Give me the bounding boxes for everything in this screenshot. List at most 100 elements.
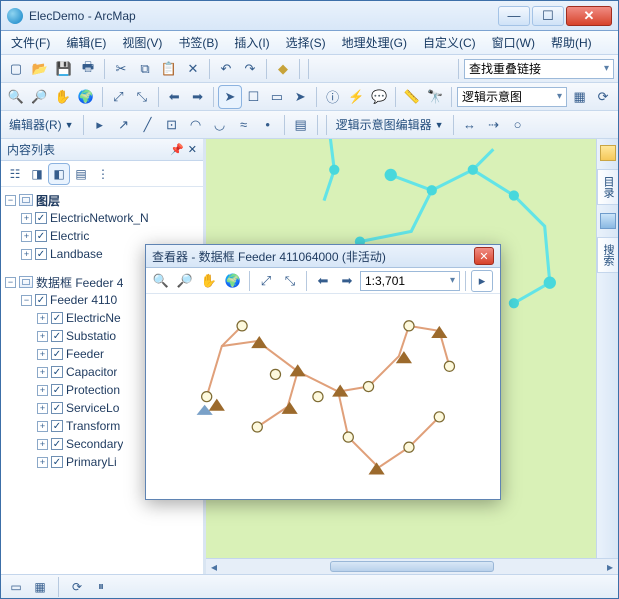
viewer-zoom-in-icon[interactable]: 🔍 (150, 270, 172, 292)
find-overlap-combo[interactable]: 查找重叠链接 (464, 59, 614, 79)
menu-edit[interactable]: 编辑(E) (62, 32, 110, 53)
viewer-full-extent-icon[interactable]: 🌍 (222, 270, 244, 292)
viewer-close-button[interactable]: ✕ (474, 247, 494, 265)
collapse-icon[interactable]: − (21, 295, 32, 306)
layer-checkbox[interactable] (35, 294, 47, 306)
edit-straight-icon[interactable]: ╱ (137, 114, 159, 136)
expand-icon[interactable]: + (37, 367, 48, 378)
layer-checkbox[interactable] (35, 248, 47, 260)
hyperlink-icon[interactable]: ⚡ (345, 86, 366, 108)
undo-icon[interactable]: ↶ (215, 58, 237, 80)
expand-icon[interactable]: + (37, 313, 48, 324)
viewer-prev-icon[interactable]: ⬅ (312, 270, 334, 292)
list-by-visible-icon[interactable]: ◧ (49, 164, 69, 184)
group-feeder[interactable]: 数据框 Feeder 4 (36, 274, 123, 291)
expand-icon[interactable]: + (37, 403, 48, 414)
viewer-pan-icon[interactable]: ✋ (198, 270, 220, 292)
expand-icon[interactable]: + (37, 331, 48, 342)
save-icon[interactable]: 💾 (53, 58, 75, 80)
feeder-group[interactable]: Feeder 4110 (50, 293, 117, 307)
expand-icon[interactable]: + (37, 385, 48, 396)
list-by-source-icon[interactable]: ◨ (27, 164, 47, 184)
viewer-window[interactable]: 查看器 - 数据框 Feeder 411064000 (非活动) ✕ 🔍 🔎 ✋… (145, 244, 501, 500)
layer-item[interactable]: Transform (66, 419, 120, 433)
viewer-zoom-out-icon[interactable]: 🔎 (174, 270, 196, 292)
viewer-next-icon[interactable]: ➡ (336, 270, 358, 292)
edit-sketch-icon[interactable]: ◠ (185, 114, 207, 136)
collapse-icon[interactable]: − (5, 277, 16, 288)
list-by-draw-icon[interactable]: ☷ (5, 164, 25, 184)
delete-icon[interactable]: ✕ (182, 58, 204, 80)
viewer-canvas[interactable] (146, 294, 500, 499)
layer-item[interactable]: Secondary (66, 437, 123, 451)
pin-icon[interactable]: 📌 (170, 143, 184, 156)
expand-icon[interactable]: + (37, 439, 48, 450)
schematic-node-icon[interactable]: ○ (507, 114, 529, 136)
layer-checkbox[interactable] (51, 384, 63, 396)
layer-item[interactable]: Protection (66, 383, 120, 397)
list-by-select-icon[interactable]: ▤ (71, 164, 91, 184)
zoom-in-icon[interactable]: 🔍 (5, 86, 26, 108)
identify-icon[interactable]: ⓘ (322, 86, 343, 108)
select-features-icon[interactable]: ➤ (219, 86, 240, 108)
options-icon[interactable]: ⋮ (93, 164, 113, 184)
expand-icon[interactable]: + (21, 213, 32, 224)
menu-view[interactable]: 视图(V) (118, 32, 166, 53)
layer-checkbox[interactable] (51, 366, 63, 378)
layer-item[interactable]: Feeder (66, 347, 104, 361)
schematic-link-icon[interactable]: ⇢ (483, 114, 505, 136)
expand-icon[interactable]: + (37, 457, 48, 468)
menu-file[interactable]: 文件(F) (7, 32, 54, 53)
schematic-tool-icon[interactable]: ▦ (569, 86, 590, 108)
layer-checkbox[interactable] (51, 330, 63, 342)
layer-item[interactable]: Substatio (66, 329, 116, 343)
scroll-left-icon[interactable]: ◂ (206, 559, 222, 574)
refresh-icon[interactable]: ⟳ (68, 578, 86, 596)
layer-checkbox[interactable] (51, 348, 63, 360)
horizontal-scrollbar[interactable]: ◂ ▸ (206, 558, 618, 574)
scroll-thumb[interactable] (330, 561, 495, 572)
layout-view-icon[interactable]: ▦ (31, 578, 49, 596)
paste-icon[interactable]: 📋 (158, 58, 180, 80)
layer-item[interactable]: ServiceLo (66, 401, 119, 415)
zoom-out-icon[interactable]: 🔎 (28, 86, 49, 108)
edit-point-icon[interactable]: • (257, 114, 279, 136)
catalog-tab[interactable]: 目录 (597, 169, 618, 205)
expand-icon[interactable]: + (37, 349, 48, 360)
menu-selection[interactable]: 选择(S) (282, 32, 330, 53)
menu-geoprocessing[interactable]: 地理处理(G) (338, 32, 411, 53)
edit-trace-icon[interactable]: ≈ (233, 114, 255, 136)
edit-tool-icon[interactable]: ▸ (89, 114, 111, 136)
viewer-fixed-in-icon[interactable]: ⤢ (255, 270, 277, 292)
viewer-titlebar[interactable]: 查看器 - 数据框 Feeder 411064000 (非活动) ✕ (146, 245, 500, 268)
maximize-button[interactable]: ☐ (532, 6, 564, 26)
viewer-fixed-out-icon[interactable]: ⤡ (279, 270, 301, 292)
layer-item[interactable]: Capacitor (66, 365, 117, 379)
edit-vertex-icon[interactable]: ↗ (113, 114, 135, 136)
fixed-zoom-out-icon[interactable]: ⤡ (131, 86, 152, 108)
layer-item[interactable]: Landbase (50, 247, 103, 261)
group-layers[interactable]: 图层 (36, 192, 60, 209)
pan-icon[interactable]: ✋ (52, 86, 73, 108)
fixed-zoom-in-icon[interactable]: ⤢ (108, 86, 129, 108)
schematic-refresh-icon[interactable]: ⟳ (592, 86, 613, 108)
menu-insert[interactable]: 插入(I) (230, 32, 273, 53)
add-data-icon[interactable]: ◆ (272, 58, 294, 80)
layer-checkbox[interactable] (35, 230, 47, 242)
edit-arc-icon[interactable]: ◡ (209, 114, 231, 136)
menu-bookmarks[interactable]: 书签(B) (174, 32, 222, 53)
edit-attributes-icon[interactable]: ▤ (290, 114, 312, 136)
collapse-icon[interactable]: − (5, 195, 16, 206)
close-button[interactable]: ✕ (566, 6, 612, 26)
layer-item[interactable]: Electric (50, 229, 89, 243)
open-icon[interactable]: 📂 (29, 58, 51, 80)
new-icon[interactable]: ▢ (5, 58, 27, 80)
pause-draw-icon[interactable]: ⏸ (92, 578, 110, 596)
copy-icon[interactable]: ⧉ (134, 58, 156, 80)
clear-selection-icon[interactable]: ☐ (243, 86, 264, 108)
print-icon[interactable]: 🖶 (77, 58, 99, 80)
layer-checkbox[interactable] (51, 456, 63, 468)
menu-windows[interactable]: 窗口(W) (488, 32, 539, 53)
data-view-icon[interactable]: ▭ (7, 578, 25, 596)
layer-item[interactable]: PrimaryLi (66, 455, 117, 469)
